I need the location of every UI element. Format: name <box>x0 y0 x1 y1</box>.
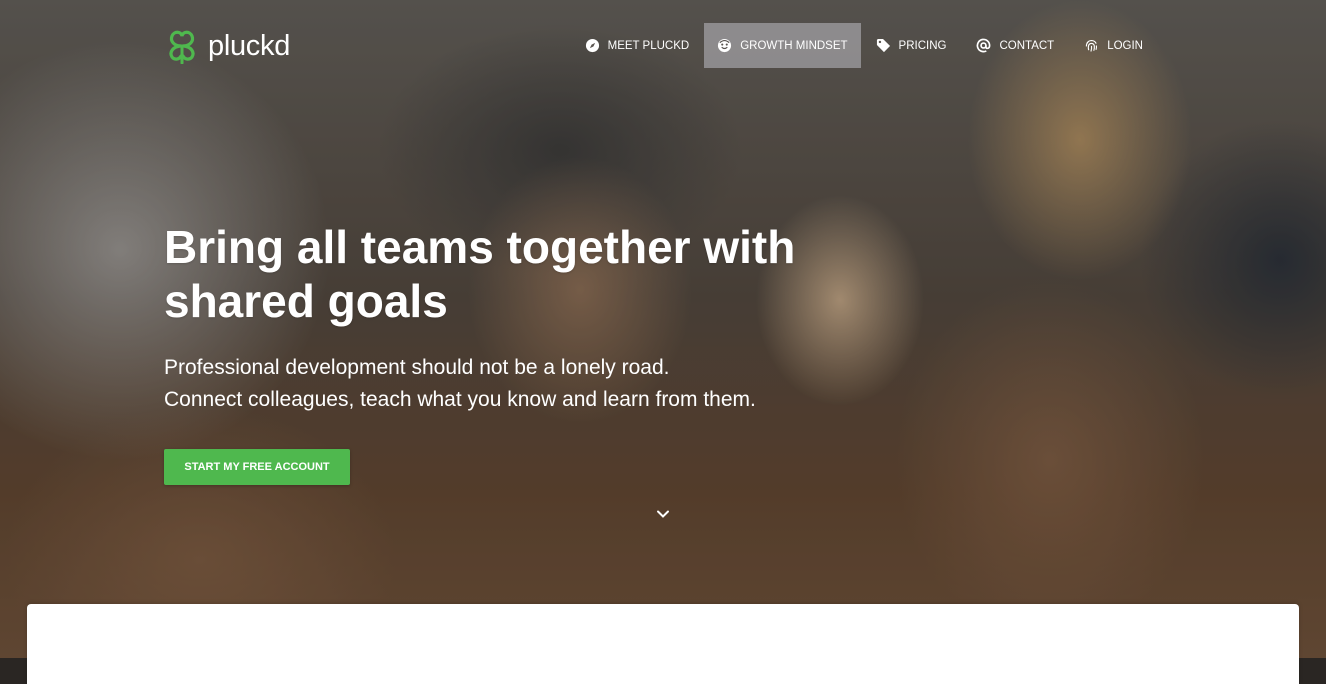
nav-item-pricing[interactable]: PRICING <box>861 23 962 68</box>
at-icon <box>976 38 991 53</box>
brand-name: pluckd <box>208 29 291 62</box>
hero-subline-1: Professional development should not be a… <box>164 356 670 379</box>
nav-item-meet-pluckd[interactable]: MEET PLUCKD <box>570 23 705 68</box>
nav-item-login[interactable]: LOGIN <box>1069 23 1158 68</box>
nav-item-contact[interactable]: CONTACT <box>961 23 1069 68</box>
hero-background <box>0 0 1326 658</box>
nav-label: PRICING <box>898 39 947 52</box>
hero-subline-2: Connect colleagues, teach what you know … <box>164 388 756 411</box>
content-card <box>27 604 1299 684</box>
clover-logo-icon <box>169 30 195 64</box>
nav-item-growth-mindset[interactable]: GROWTH MINDSET <box>704 23 861 68</box>
start-free-account-button[interactable]: START MY FREE ACCOUNT <box>164 449 350 485</box>
smiley-icon <box>717 38 732 53</box>
compass-icon <box>585 38 600 53</box>
chevron-down-icon[interactable] <box>655 506 671 522</box>
hero-subheadline: Professional development should not be a… <box>164 352 864 416</box>
nav-label: MEET PLUCKD <box>607 39 690 52</box>
tag-icon <box>876 38 891 53</box>
nav-label: GROWTH MINDSET <box>740 39 848 52</box>
hero-headline: Bring all teams together with shared goa… <box>164 221 796 327</box>
logo[interactable]: pluckd <box>164 26 290 66</box>
main-nav: MEET PLUCKD GROWTH MINDSET PRICING CONTA… <box>570 23 1158 68</box>
fingerprint-icon <box>1084 38 1099 53</box>
nav-label: CONTACT <box>999 39 1055 52</box>
nav-label: LOGIN <box>1107 39 1143 52</box>
